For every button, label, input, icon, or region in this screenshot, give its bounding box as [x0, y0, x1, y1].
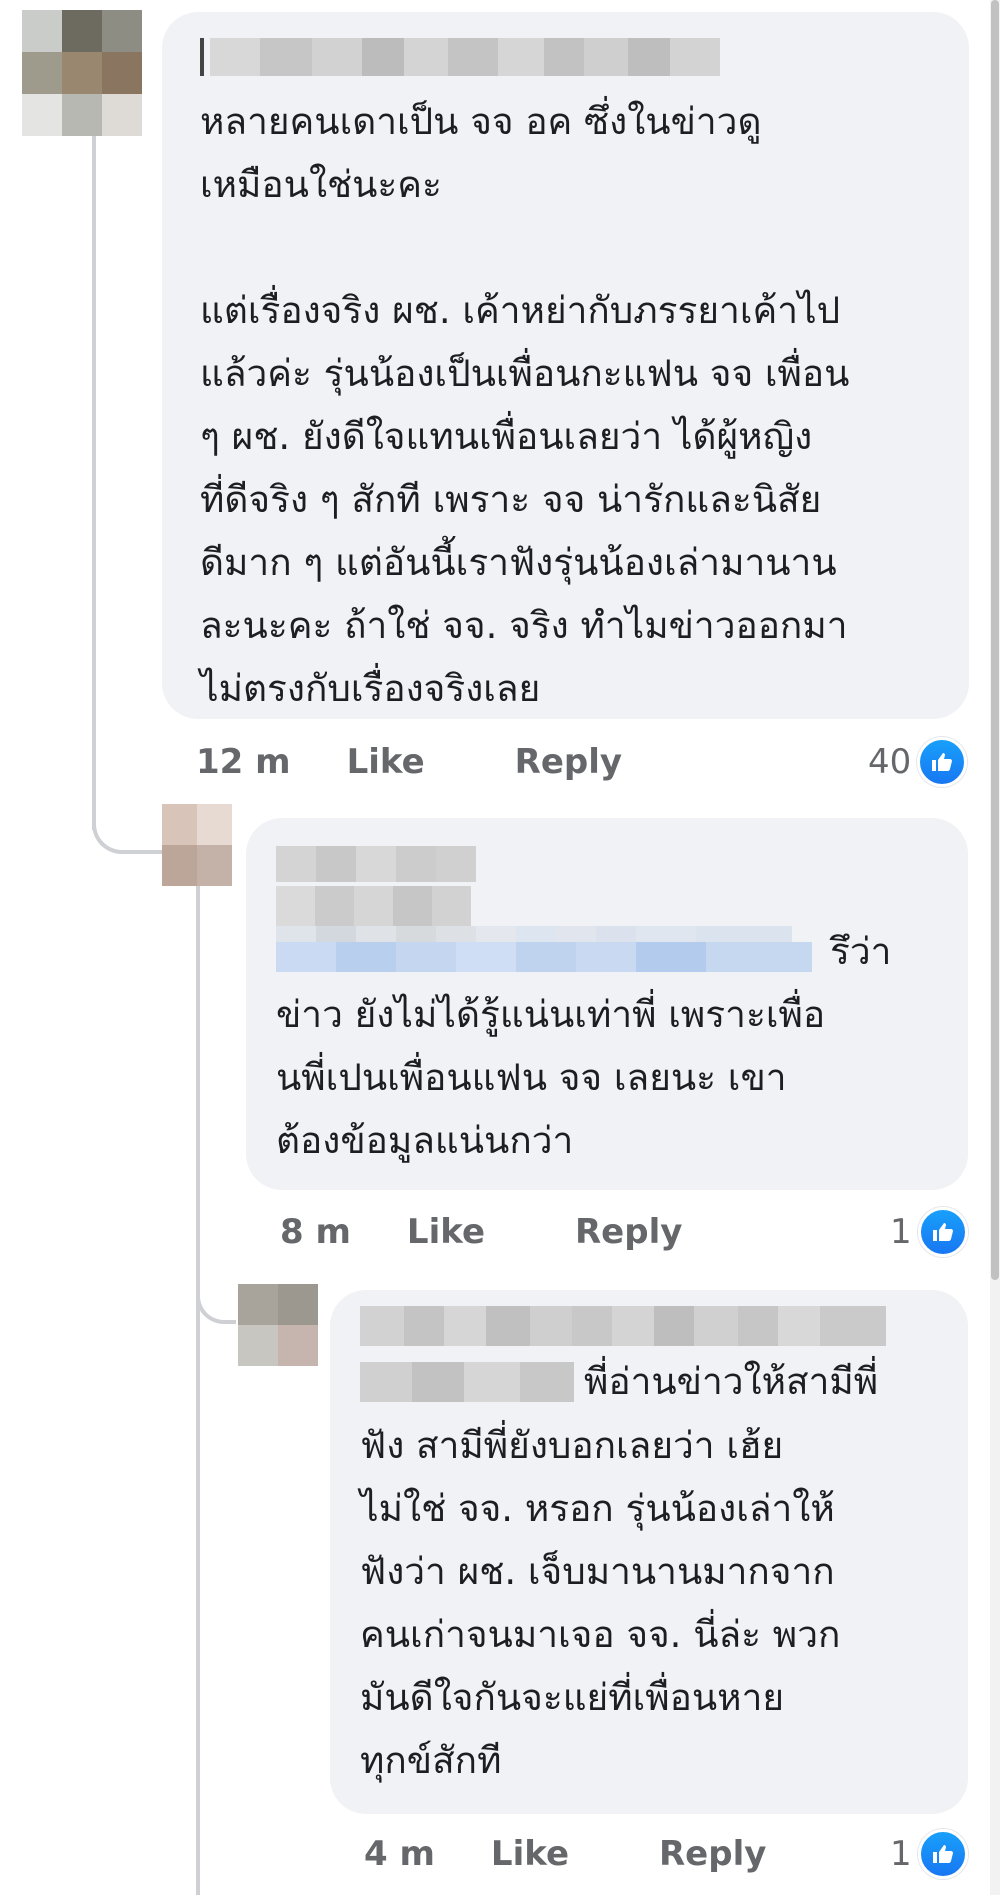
commenter-name-censored[interactable]: [360, 1362, 574, 1402]
commenter-name-censored[interactable]: [360, 1306, 886, 1346]
comment-text: ฟัง สามีพี่ยังบอกเลยว่า เฮ้ย ไม่ใช่ จจ. …: [360, 1424, 841, 1782]
scrollbar-thumb[interactable]: [991, 0, 999, 1280]
comment-actions: 12 m Like Reply: [196, 738, 622, 786]
comment-bubble: พี่อ่านข่าวให้สามีพี่ ฟัง สามีพี่ยังบอกเ…: [330, 1290, 968, 1814]
like-thumb-icon: [917, 1207, 968, 1257]
commenter-name-censored[interactable]: [200, 38, 720, 76]
comment-text: ข่าว ยังไม่ได้รู้แน่นเท่าพี่ เพราะเพื่อ …: [276, 993, 826, 1162]
commenter-name-censored[interactable]: [276, 846, 476, 882]
comment-actions: 8 m Like Reply: [280, 1208, 682, 1256]
comment-timestamp[interactable]: 8 m: [280, 1212, 351, 1252]
comment-text: หลายคนเดาเป็น จจ อค ซึ่งในข่าวดู เหมือนใ…: [200, 100, 850, 710]
thread-line: [196, 860, 200, 1895]
avatar[interactable]: [162, 804, 232, 886]
reaction-count: 1: [890, 1212, 912, 1252]
comment-text-inline: รึว่า: [830, 930, 892, 973]
reply-button[interactable]: Reply: [575, 1212, 682, 1252]
comment-actions: 4 m Like Reply: [364, 1830, 766, 1878]
like-button[interactable]: Like: [491, 1834, 569, 1874]
comment-timestamp[interactable]: 4 m: [364, 1834, 435, 1874]
comment-bubble: รึว่า ข่าว ยังไม่ได้รู้แน่นเท่าพี่ เพราะ…: [246, 818, 968, 1190]
reply-button[interactable]: Reply: [515, 742, 622, 782]
tagged-name-highlight[interactable]: [276, 942, 812, 972]
like-button[interactable]: Like: [407, 1212, 485, 1252]
comment-timestamp[interactable]: 12 m: [196, 742, 291, 782]
like-thumb-icon: [917, 737, 968, 787]
thread-line: [92, 780, 166, 854]
like-thumb-icon: [917, 1829, 968, 1879]
avatar[interactable]: [238, 1284, 318, 1366]
reply-button[interactable]: Reply: [659, 1834, 766, 1874]
thread-line: [92, 130, 96, 830]
reaction-summary[interactable]: 1: [890, 1829, 968, 1879]
thread-line: [196, 1260, 236, 1324]
avatar[interactable]: [22, 10, 142, 136]
reaction-count: 40: [868, 742, 912, 782]
tagged-name-censored[interactable]: [276, 886, 471, 926]
scrollbar[interactable]: [990, 0, 1000, 1895]
comment-bubble: หลายคนเดาเป็น จจ อค ซึ่งในข่าวดู เหมือนใ…: [162, 12, 969, 719]
reaction-summary[interactable]: 1: [890, 1207, 968, 1257]
reaction-summary[interactable]: 40: [868, 737, 968, 787]
like-button[interactable]: Like: [347, 742, 425, 782]
comment-text-inline: พี่อ่านข่าวให้สามีพี่: [584, 1360, 879, 1403]
reaction-count: 1: [890, 1834, 912, 1874]
